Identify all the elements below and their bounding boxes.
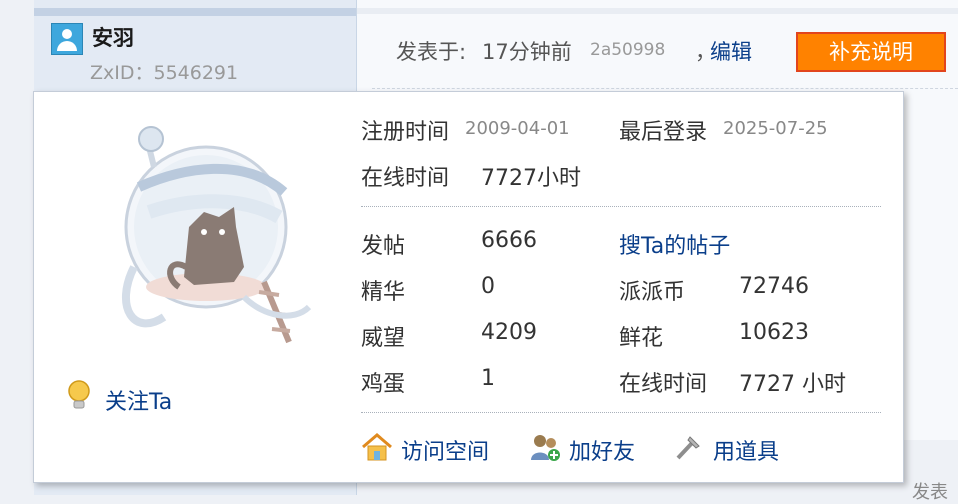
flowers-label: 鲜花: [619, 326, 664, 351]
online-time-label-2: 在线时间: [619, 372, 708, 397]
post-top-rule: [357, 8, 958, 14]
online-time-value-2: 7727 小时: [739, 372, 846, 397]
page-left-strip: [0, 0, 35, 495]
use-item-link[interactable]: 用道具: [713, 434, 779, 466]
edit-link[interactable]: 编辑: [710, 36, 752, 66]
stats-divider-bottom: [361, 412, 881, 413]
stats-divider-top: [361, 206, 881, 207]
author-id: ZxID：5546291: [90, 62, 239, 84]
last-login-date: 2025-07-25: [723, 118, 828, 139]
prestige-value: 4209: [481, 320, 537, 345]
follow-link[interactable]: 关注Ta: [105, 384, 172, 416]
add-friend-icon: [529, 432, 561, 466]
posts-label: 发帖: [361, 234, 406, 259]
user-avatar-illustration: [121, 126, 312, 344]
home-icon: [361, 432, 393, 466]
author-avatar-icon[interactable]: [51, 23, 83, 55]
author-column-top-rule: [34, 8, 356, 16]
tool-icon: [673, 432, 703, 466]
prestige-label: 威望: [361, 326, 406, 351]
last-login-label: 最后登录: [619, 120, 708, 145]
online-time-label: 在线时间: [361, 166, 450, 191]
supplement-button[interactable]: 补充说明: [796, 32, 946, 72]
register-date: 2009-04-01: [465, 118, 570, 139]
add-friend-link[interactable]: 加好友: [569, 434, 635, 466]
lightbulb-icon: [67, 380, 91, 416]
next-post-fragment: 发表: [912, 482, 948, 503]
author-name[interactable]: 安羽: [92, 22, 134, 52]
post-time-value: 17分钟前: [482, 40, 572, 64]
coins-label: 派派币: [619, 280, 686, 305]
flowers-value: 10623: [739, 320, 809, 345]
online-time-value: 7727小时: [481, 166, 581, 191]
digest-label: 精华: [361, 280, 406, 305]
coins-value: 72746: [739, 274, 809, 299]
post-time-label: 发表于:: [396, 40, 467, 64]
search-posts-link[interactable]: 搜Ta的帖子: [619, 228, 730, 260]
post-header-divider: [372, 88, 958, 89]
visit-space-link[interactable]: 访问空间: [401, 434, 489, 466]
posts-value: 6666: [481, 228, 537, 253]
post-hash: 2a50998: [590, 40, 666, 60]
register-time-label: 注册时间: [361, 120, 450, 145]
digest-value: 0: [481, 274, 495, 299]
user-info-popup: 关注Ta 注册时间 2009-04-01 最后登录 2025-07-25 在线时…: [33, 91, 904, 483]
eggs-value: 1: [481, 366, 495, 391]
eggs-label: 鸡蛋: [361, 372, 406, 397]
